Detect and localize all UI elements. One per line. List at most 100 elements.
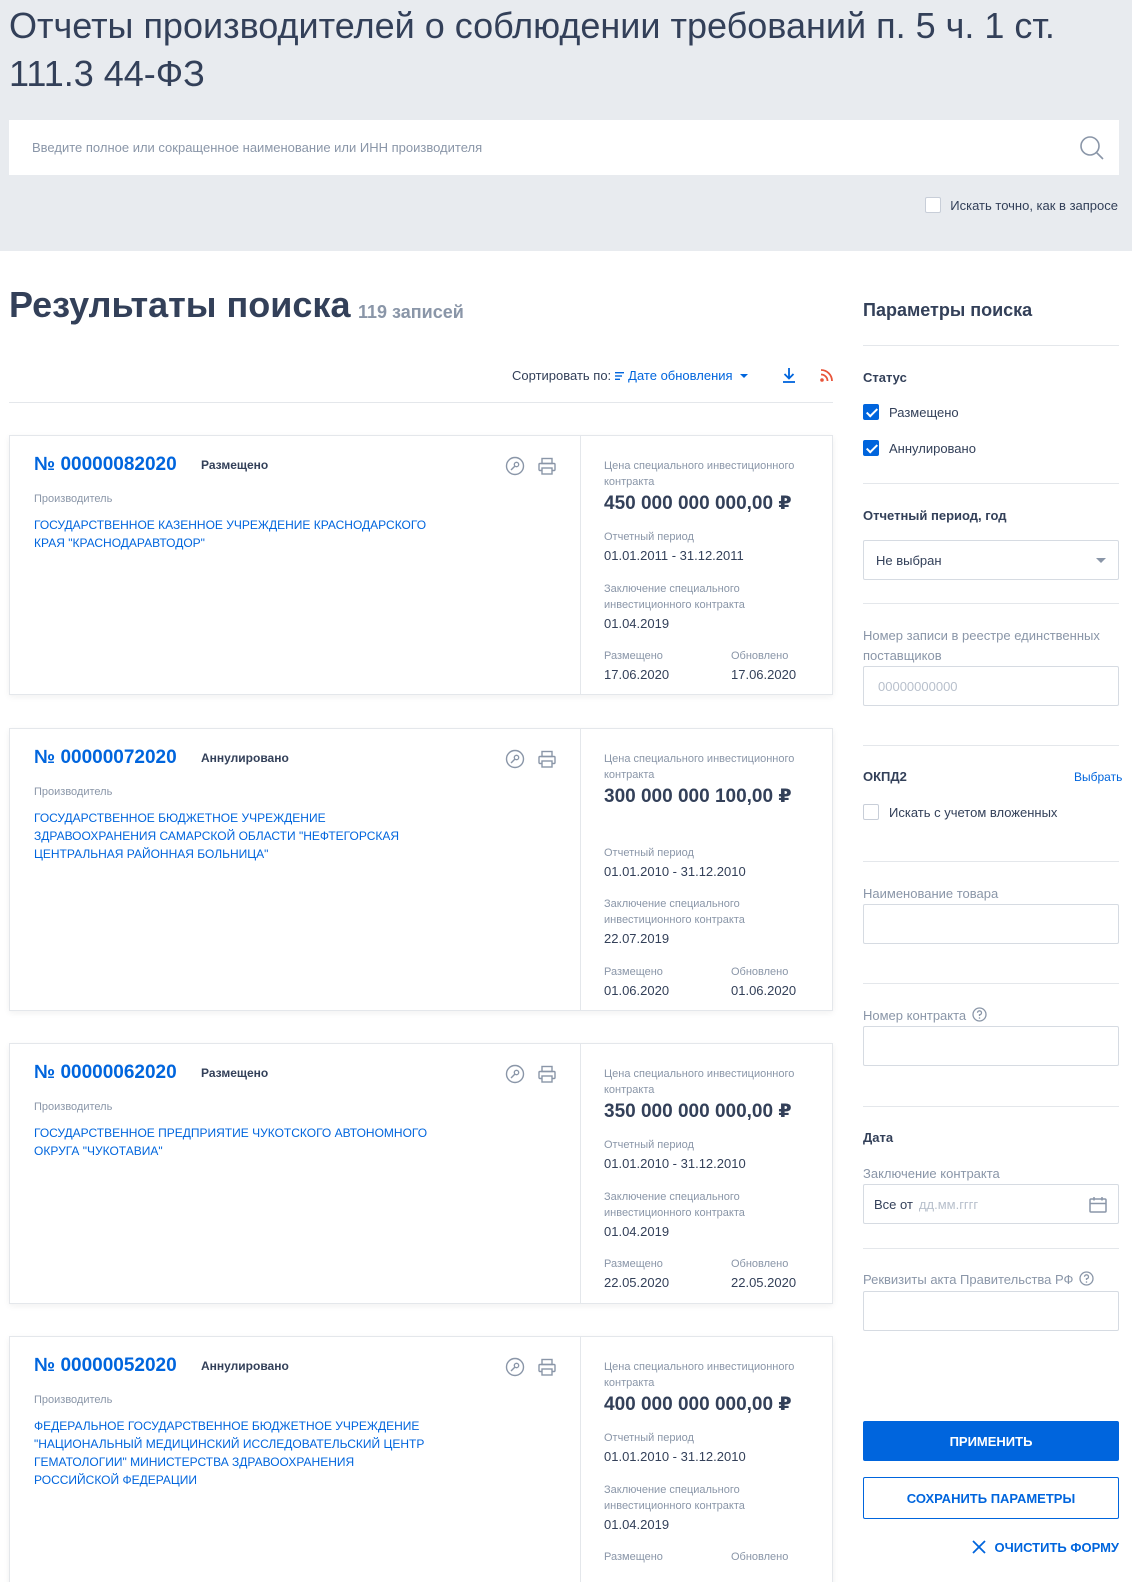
period-value: 01.01.2011 - 31.12.2011	[604, 548, 744, 563]
conclusion-label: Заключение специального инвестиционного …	[604, 1484, 745, 1512]
conclusion-label: Заключение специального инвестиционного …	[604, 898, 745, 926]
status-badge: Размещено	[201, 1066, 269, 1080]
results-count: 119 записей	[358, 302, 464, 322]
period-value: 01.01.2010 - 31.12.2010	[604, 1156, 746, 1171]
maker-link[interactable]: ГОСУДАРСТВЕННОЕ БЮДЖЕТНОЕ УЧРЕЖДЕНИЕ ЗДР…	[34, 809, 444, 863]
card-details: Цена специального инвестиционного контра…	[604, 1044, 824, 1303]
price-value: 300 000 000 100,00 ₽	[604, 786, 792, 807]
maker-link[interactable]: ГОСУДАРСТВЕННОЕ ПРЕДПРИЯТИЕ ЧУКОТСКОГО А…	[34, 1124, 429, 1160]
status-badge: Размещено	[201, 458, 269, 472]
rss-icon[interactable]	[818, 366, 836, 384]
card-main: № 00000072020 Аннулировано Производитель…	[10, 729, 581, 1010]
print-icon[interactable]	[537, 1357, 557, 1377]
okpd-nested-option[interactable]: Искать с учетом вложенных	[863, 804, 1057, 820]
period-value: 01.01.2010 - 31.12.2010	[604, 864, 746, 879]
divider	[863, 745, 1119, 746]
chevron-down-icon	[1096, 558, 1106, 563]
divider	[863, 1248, 1119, 1249]
record-card: № 00000052020 Аннулировано Производитель…	[9, 1336, 833, 1582]
record-card: № 00000082020 Размещено Производитель ГО…	[9, 435, 833, 695]
signature-icon[interactable]	[505, 1357, 525, 1377]
calendar-icon[interactable]	[1088, 1195, 1108, 1215]
maker-link[interactable]: ГОСУДАРСТВЕННОЕ КАЗЕННОЕ УЧРЕЖДЕНИЕ КРАС…	[34, 516, 454, 552]
sort-value: Дате обновления	[628, 368, 733, 383]
updated-value: 01.06.2020	[731, 983, 797, 998]
record-card: № 00000072020 Аннулировано Производитель…	[9, 728, 833, 1011]
signature-icon[interactable]	[505, 456, 525, 476]
maker-label: Производитель	[34, 1394, 113, 1406]
updated-value: 22.05.2020	[731, 1275, 797, 1290]
sort-label: Сортировать по:	[512, 368, 612, 383]
exact-search-checkbox[interactable]	[925, 197, 942, 213]
help-icon[interactable]	[1079, 1271, 1094, 1286]
clear-form-button[interactable]: ОЧИСТИТЬ ФОРМУ	[971, 1539, 1119, 1555]
divider	[863, 861, 1119, 862]
conclusion-value: 01.04.2019	[604, 1517, 670, 1532]
act-label: Реквизиты акта Правительства РФ	[863, 1272, 1074, 1287]
save-params-button[interactable]: СОХРАНИТЬ ПАРАМЕТРЫ	[863, 1477, 1119, 1519]
registry-number-input[interactable]	[863, 666, 1119, 706]
sort-icon	[615, 371, 625, 380]
okpd-heading: ОКПД2	[863, 769, 907, 784]
exact-search-option[interactable]: Искать точно, как в запросе	[925, 197, 1118, 213]
clear-form-label: ОЧИСТИТЬ ФОРМУ	[994, 1539, 1119, 1555]
record-number-link[interactable]: № 00000052020	[34, 1355, 177, 1377]
updated-label: Обновлено	[731, 1551, 789, 1563]
help-icon[interactable]	[972, 1007, 987, 1022]
status-cancelled-option[interactable]: Аннулировано	[863, 440, 976, 456]
maker-link[interactable]: ФЕДЕРАЛЬНОЕ ГОСУДАРСТВЕННОЕ БЮДЖЕТНОЕ УЧ…	[34, 1417, 434, 1489]
record-card: № 00000062020 Размещено Производитель ГО…	[9, 1043, 833, 1304]
record-number-link[interactable]: № 00000062020	[34, 1062, 177, 1084]
signature-icon[interactable]	[505, 1064, 525, 1084]
price-label: Цена специального инвестиционного контра…	[604, 753, 795, 781]
card-main: № 00000082020 Размещено Производитель ГО…	[10, 436, 581, 694]
search-bar	[9, 120, 1119, 175]
status-placed-label: Размещено	[889, 404, 959, 420]
conclusion-date-input[interactable]: Все от дд.мм.гггг	[863, 1184, 1119, 1224]
status-placed-checkbox[interactable]	[863, 404, 879, 420]
card-details: Цена специального инвестиционного контра…	[604, 1337, 824, 1582]
print-icon[interactable]	[537, 1064, 557, 1084]
maker-label: Производитель	[34, 1101, 113, 1113]
product-name-input[interactable]	[863, 904, 1119, 944]
close-icon	[971, 1540, 986, 1554]
divider	[863, 345, 1119, 346]
conclusion-date-label: Заключение контракта	[863, 1166, 1000, 1181]
period-select-value: Не выбран	[876, 552, 942, 568]
contract-label-row: Номер контракта	[863, 1006, 1119, 1026]
contract-number-input[interactable]	[863, 1026, 1119, 1066]
apply-button[interactable]: ПРИМЕНИТЬ	[863, 1421, 1119, 1461]
sort-dropdown[interactable]: Дате обновления	[615, 368, 751, 383]
record-number-link[interactable]: № 00000082020	[34, 454, 177, 476]
price-value: 400 000 000 000,00 ₽	[604, 1394, 792, 1415]
card-details: Цена специального инвестиционного контра…	[604, 436, 824, 694]
placed-value: 22.05.2020	[604, 1275, 670, 1290]
print-icon[interactable]	[537, 749, 557, 769]
okpd-choose-link[interactable]: Выбрать	[1074, 770, 1122, 784]
government-act-input[interactable]	[863, 1291, 1119, 1331]
divider	[863, 1106, 1119, 1107]
period-heading: Отчетный период, год	[863, 508, 1007, 523]
print-icon[interactable]	[537, 456, 557, 476]
divider	[863, 483, 1119, 484]
maker-label: Производитель	[34, 786, 113, 798]
period-select[interactable]: Не выбран	[863, 540, 1119, 580]
divider	[9, 402, 833, 403]
price-label: Цена специального инвестиционного контра…	[604, 1361, 795, 1389]
search-icon[interactable]	[1079, 135, 1105, 161]
status-badge: Аннулировано	[201, 1359, 289, 1373]
status-placed-option[interactable]: Размещено	[863, 404, 959, 420]
product-label: Наименование товара	[863, 886, 999, 901]
placed-value: 01.06.2020	[604, 983, 670, 998]
act-label-row: Реквизиты акта Правительства РФ	[863, 1270, 1119, 1290]
status-cancelled-checkbox[interactable]	[863, 440, 879, 456]
download-icon[interactable]	[780, 366, 798, 384]
period-label: Отчетный период	[604, 531, 694, 543]
record-number-link[interactable]: № 00000072020	[34, 747, 177, 769]
date-placeholder: дд.мм.гггг	[918, 1196, 979, 1212]
okpd-nested-checkbox[interactable]	[863, 804, 879, 820]
search-input[interactable]	[9, 120, 1059, 175]
period-value: 01.01.2010 - 31.12.2010	[604, 1449, 746, 1464]
signature-icon[interactable]	[505, 749, 525, 769]
chevron-down-icon	[739, 373, 748, 378]
